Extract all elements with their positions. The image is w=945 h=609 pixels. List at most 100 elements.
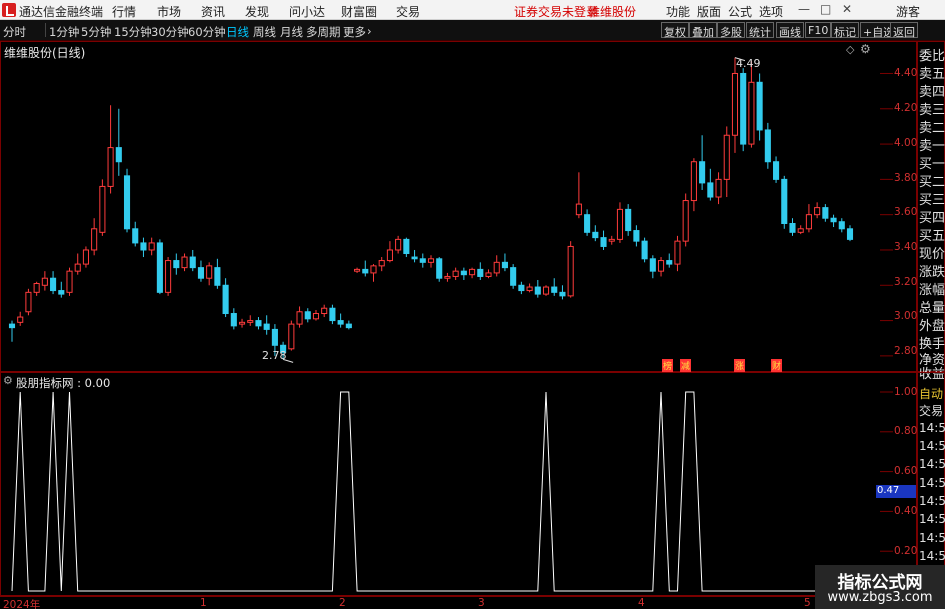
- candle-body: [797, 228, 804, 233]
- side-item[interactable]: 买五: [919, 225, 945, 244]
- candle-body: [362, 268, 369, 274]
- candle-body: [699, 161, 706, 184]
- high-price-label: 4.49: [736, 57, 761, 70]
- candle-body: [214, 267, 221, 286]
- candle-body: [526, 286, 533, 292]
- y-tick-label: 3.20: [894, 276, 918, 288]
- candle-body: [173, 260, 180, 269]
- candle-body: [395, 238, 402, 251]
- side-item[interactable]: 卖一: [919, 135, 945, 154]
- event-badge[interactable]: 涨: [734, 359, 746, 372]
- side-item: 14:56: [919, 494, 945, 508]
- candle-body: [584, 214, 591, 233]
- candle-body: [411, 256, 418, 260]
- candle-body: [477, 268, 484, 277]
- y-tick-label: 4.40: [894, 67, 918, 79]
- x-axis-label: 2: [339, 597, 346, 609]
- y-tick-label: 4.00: [894, 137, 918, 149]
- event-badge[interactable]: 财: [771, 359, 783, 372]
- candle-body: [230, 313, 237, 327]
- side-item[interactable]: 卖四: [919, 81, 945, 100]
- side-item[interactable]: 委比: [919, 45, 945, 64]
- candle-body: [773, 161, 780, 180]
- candle-body: [460, 270, 467, 276]
- candle-body: [748, 81, 755, 145]
- candle-body: [600, 237, 607, 247]
- candle-body: [156, 242, 163, 293]
- side-item[interactable]: 买三: [919, 189, 945, 208]
- candle-body: [378, 260, 385, 267]
- low-price-label: 2.78: [262, 349, 287, 362]
- y-tick-label: 3.80: [894, 172, 918, 184]
- x-axis: 2024年 1 2 3 4 5: [0, 596, 917, 609]
- candle-body: [247, 320, 254, 323]
- candle-body: [846, 228, 854, 240]
- side-item[interactable]: 自动: [919, 385, 945, 402]
- indicator-y-tick: 0.80: [894, 425, 918, 437]
- candle-body: [838, 221, 845, 230]
- side-item[interactable]: 买二: [919, 171, 945, 190]
- event-badge[interactable]: 减: [680, 359, 692, 372]
- candle-body: [197, 267, 205, 279]
- side-item[interactable]: 买一: [919, 153, 945, 172]
- y-tick-label: 4.20: [894, 102, 918, 114]
- side-item[interactable]: 涨幅: [919, 279, 945, 298]
- x-axis-label: 5: [804, 597, 811, 609]
- candle-body: [740, 72, 747, 145]
- indicator-panel[interactable]: [0, 372, 917, 596]
- candle-body: [58, 290, 65, 295]
- candle-body: [25, 291, 32, 313]
- side-item[interactable]: 卖五: [919, 63, 945, 82]
- candle-body: [370, 265, 377, 274]
- candle-body: [575, 203, 582, 216]
- indicator-y-tick: 0.40: [894, 505, 918, 517]
- candle-body: [715, 178, 722, 198]
- candle-body: [657, 260, 665, 272]
- candle-body: [682, 200, 689, 242]
- candle-body: [329, 307, 336, 322]
- candle-body: [181, 256, 188, 269]
- candle-body: [238, 321, 246, 325]
- candle-body: [616, 208, 624, 240]
- candle-body: [17, 316, 24, 323]
- candle-body: [419, 258, 426, 263]
- candle-body: [123, 175, 131, 230]
- candle-body: [805, 214, 812, 230]
- candle-body: [649, 258, 656, 272]
- candle-body: [592, 231, 599, 239]
- side-item: 14:56: [919, 476, 945, 490]
- indicator-settings-icon[interactable]: ⚙: [3, 374, 13, 387]
- y-tick-label: 3.00: [894, 310, 918, 322]
- candle-body: [666, 260, 673, 265]
- candle-body: [674, 240, 681, 265]
- candle-body: [559, 291, 566, 297]
- y-tick-label: 3.40: [894, 241, 918, 253]
- candle-body: [501, 261, 508, 269]
- candle-body: [731, 72, 739, 136]
- candle-body: [8, 323, 16, 329]
- candle-body: [403, 238, 410, 255]
- side-item: 14:56: [919, 439, 945, 453]
- candle-body: [822, 207, 829, 219]
- candle-body: [707, 182, 714, 198]
- indicator-title: 股朋指标网 : 0.00: [16, 376, 111, 390]
- candle-body: [641, 240, 648, 260]
- side-item[interactable]: 外盘: [919, 315, 945, 334]
- side-item[interactable]: 卖二: [919, 117, 945, 136]
- candle-body: [271, 328, 278, 346]
- candle-body: [263, 323, 270, 330]
- side-item[interactable]: 卖三: [919, 99, 945, 118]
- candle-body: [830, 217, 837, 223]
- indicator-y-tick: 0.60: [894, 465, 918, 477]
- candle-body: [436, 258, 443, 279]
- y-tick-label: 2.80: [894, 345, 918, 357]
- side-item[interactable]: 现价: [919, 243, 945, 262]
- side-item[interactable]: 交易: [919, 402, 945, 419]
- side-item[interactable]: 买四: [919, 207, 945, 226]
- side-item[interactable]: 涨跌: [919, 261, 945, 280]
- candle-body: [140, 242, 147, 251]
- candle-body: [255, 320, 262, 327]
- candle-body: [222, 284, 229, 315]
- event-badge[interactable]: 榜: [662, 359, 674, 372]
- side-item[interactable]: 总量: [919, 297, 945, 316]
